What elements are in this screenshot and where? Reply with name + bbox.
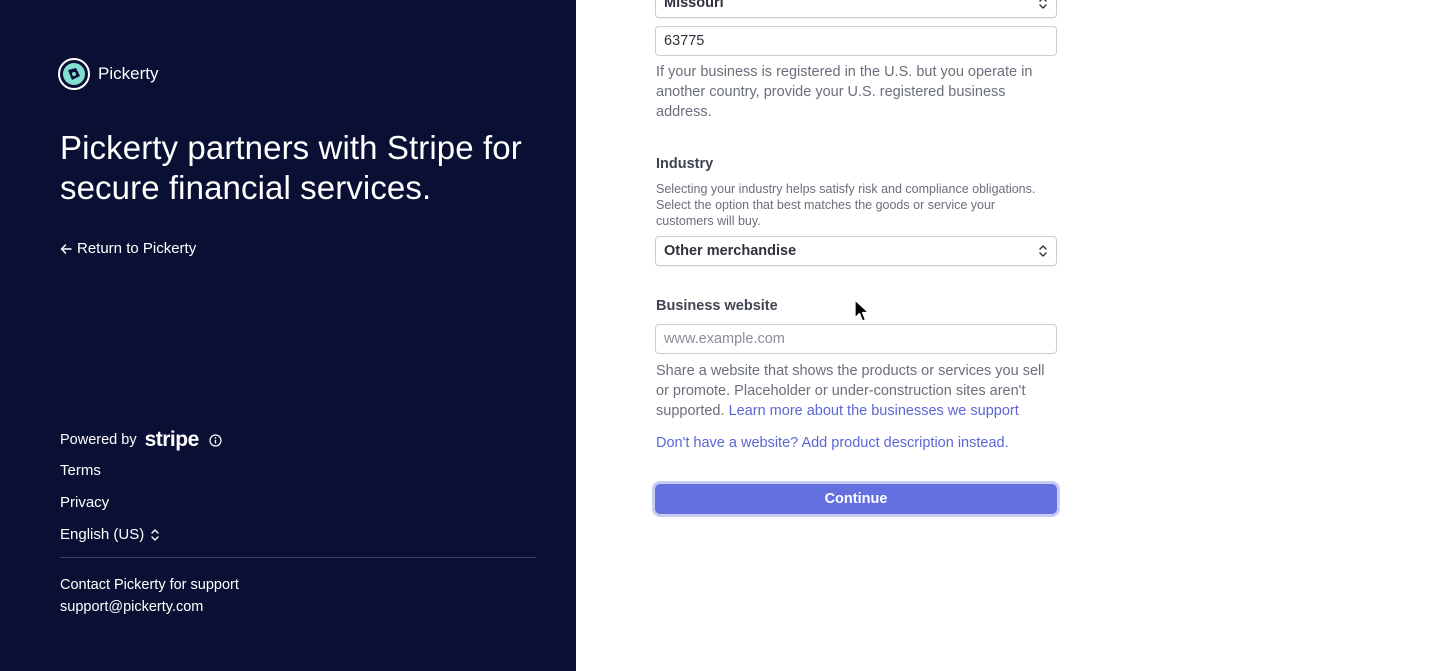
chevron-up-down-icon — [1039, 245, 1047, 257]
support-info: Contact Pickerty for support support@pic… — [60, 574, 239, 618]
continue-button[interactable]: Continue — [655, 484, 1057, 514]
sidebar: Pickerty Pickerty partners with Stripe f… — [0, 0, 576, 671]
zip-code-input[interactable] — [655, 26, 1057, 56]
learn-more-link[interactable]: Learn more about the businesses we suppo… — [729, 403, 1019, 419]
support-email[interactable]: support@pickerty.com — [60, 596, 239, 618]
industry-select-value: Other merchandise — [664, 243, 797, 259]
info-icon[interactable] — [209, 433, 222, 447]
powered-by-label: Powered by — [60, 432, 137, 448]
language-label: English (US) — [60, 526, 145, 543]
support-text: Contact Pickerty for support — [60, 577, 239, 593]
industry-help-text: Selecting your industry helps satisfy ri… — [656, 182, 1036, 228]
business-website-label: Business website — [656, 298, 778, 314]
state-select-value: Missouri — [664, 0, 724, 11]
chevron-up-down-icon — [151, 528, 159, 541]
return-link[interactable]: Return to Pickerty — [60, 240, 196, 257]
brand-logo-icon — [58, 58, 90, 90]
chevron-up-down-icon — [1039, 0, 1047, 9]
no-website-link[interactable]: Don't have a website? Add product descri… — [656, 433, 1056, 453]
privacy-link[interactable]: Privacy — [60, 494, 109, 511]
stripe-logo: stripe — [144, 428, 200, 451]
business-website-input[interactable] — [655, 324, 1057, 354]
arrow-left-icon — [60, 243, 72, 254]
brand-name: Pickerty — [98, 64, 159, 83]
language-selector[interactable]: English (US) — [60, 526, 160, 543]
address-help-text: If your business is registered in the U.… — [656, 64, 1033, 120]
brand: Pickerty — [58, 58, 158, 90]
divider — [60, 557, 536, 558]
page-headline: Pickerty partners with Stripe for secure… — [60, 129, 522, 206]
powered-by-stripe: Powered by stripe — [60, 428, 222, 452]
mouse-cursor-icon — [854, 299, 870, 322]
state-select[interactable]: Missouri — [655, 0, 1057, 18]
terms-link[interactable]: Terms — [60, 462, 101, 479]
return-link-label: Return to Pickerty — [77, 240, 197, 257]
industry-select[interactable]: Other merchandise — [655, 236, 1057, 266]
industry-label: Industry — [656, 156, 714, 172]
website-help-text: Share a website that shows the products … — [656, 361, 1056, 421]
